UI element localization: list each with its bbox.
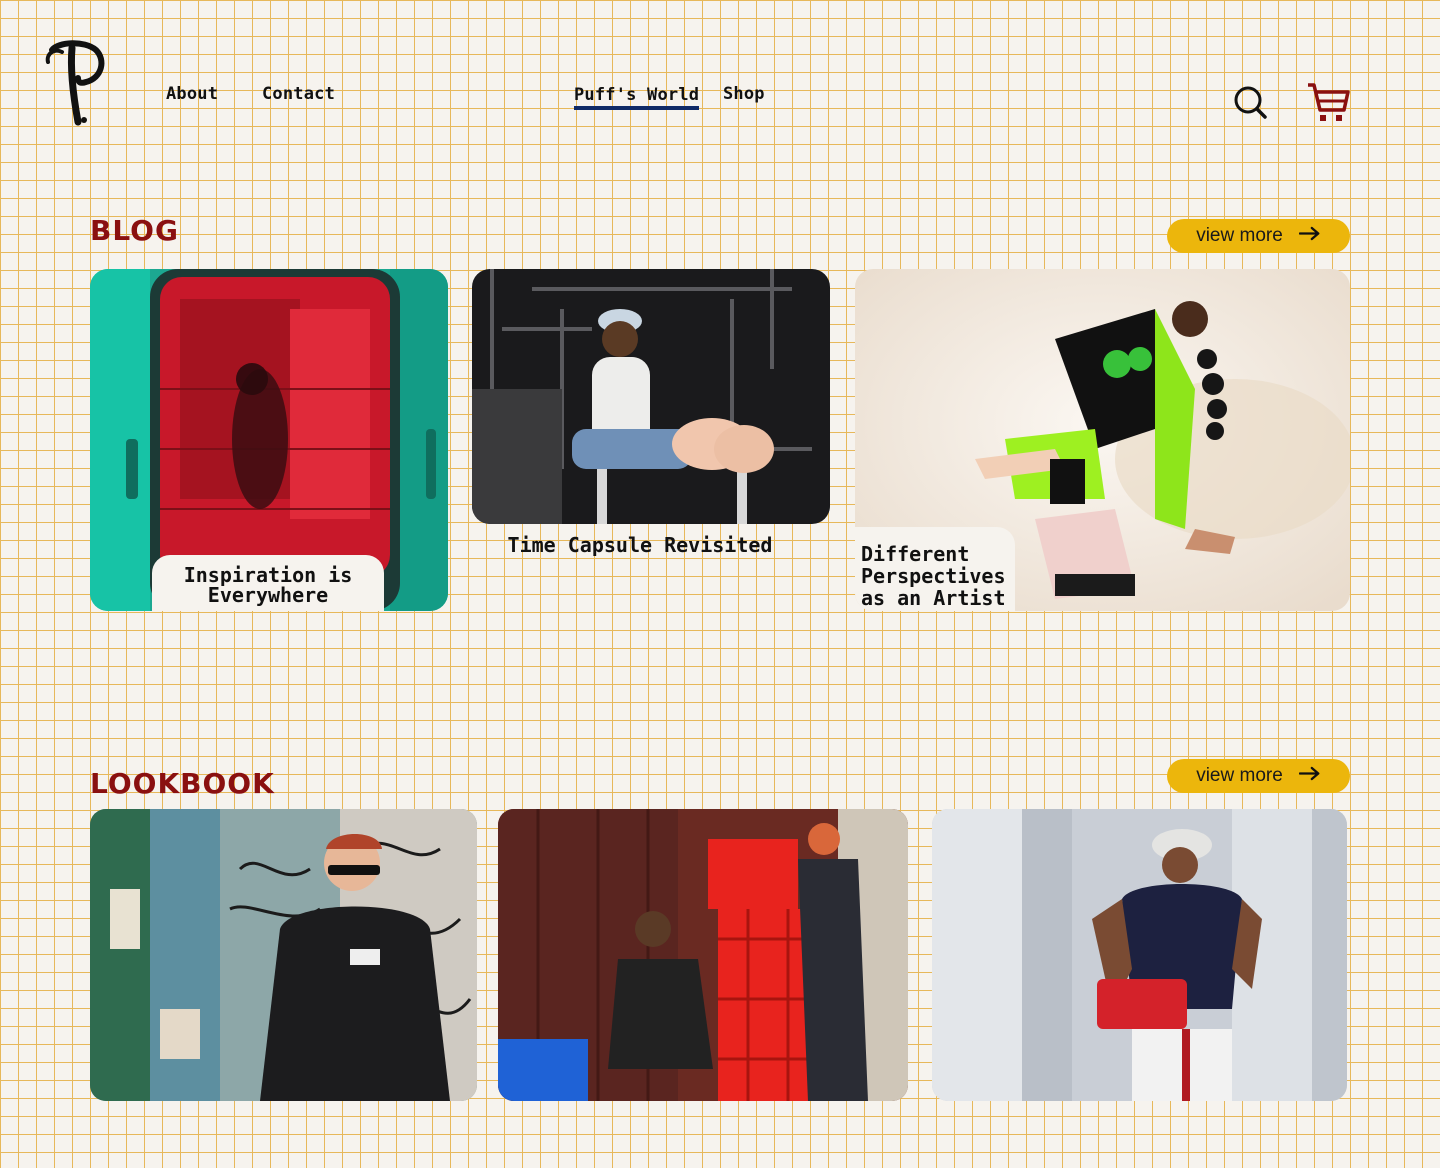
blog-view-more-label: view more [1196, 225, 1283, 246]
site-logo[interactable] [44, 40, 108, 130]
lookbook-view-more-label: view more [1196, 765, 1283, 786]
lookbook-heading: LOOKBOOK [90, 767, 275, 800]
blog-card-2[interactable]: Time Capsule Revisited [472, 269, 830, 569]
search-icon[interactable] [1232, 84, 1268, 120]
blog-post-title: Inspiration is Everywhere [183, 563, 353, 607]
lookbook-image-3[interactable] [932, 809, 1347, 1101]
arrow-right-icon [1298, 765, 1321, 787]
cart-icon[interactable] [1306, 82, 1350, 124]
blog-heading: BLOG [90, 214, 179, 247]
lookbook-view-more-button[interactable]: view more [1167, 759, 1350, 793]
blog-post-title: Different Perspectives as an Artist [861, 542, 1006, 610]
blog-card-1[interactable]: Inspiration is Everywhere [90, 269, 448, 611]
blog-card-3[interactable]: Different Perspectives as an Artist [855, 269, 1350, 611]
nav-contact[interactable]: Contact [262, 84, 335, 104]
arrow-right-icon [1298, 225, 1321, 247]
lookbook-image-1[interactable] [90, 809, 477, 1101]
blog-image-2 [472, 269, 830, 524]
nav-puffs-world[interactable]: Puff's World [574, 84, 700, 110]
blog-view-more-button[interactable]: view more [1167, 219, 1350, 253]
lookbook-image-2[interactable] [498, 809, 908, 1101]
nav-shop[interactable]: Shop [723, 84, 765, 104]
blog-post-title: Time Capsule Revisited [507, 533, 773, 557]
nav-about[interactable]: About [166, 84, 218, 104]
